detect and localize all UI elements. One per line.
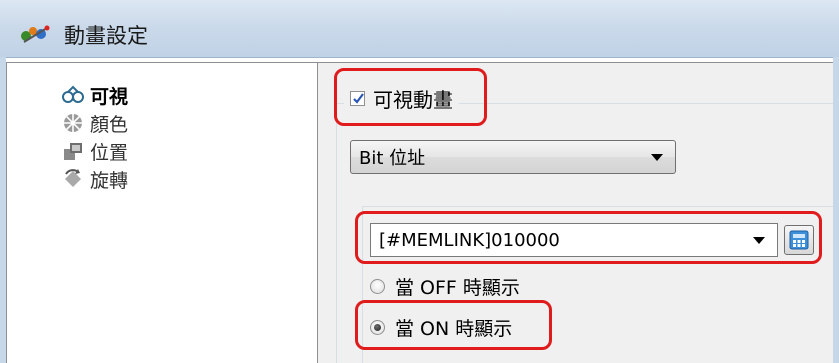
color-wheel-icon — [64, 114, 82, 132]
highlight-on-radio — [355, 300, 552, 350]
dropdown-value: Bit 位址 — [359, 148, 426, 169]
nav-panel — [6, 62, 318, 363]
window-title: 動畫設定 — [64, 24, 148, 48]
radio-show-when-off[interactable]: 當 OFF 時顯示 — [370, 272, 520, 300]
nav-item-label: 可視 — [90, 85, 129, 108]
animation-settings-icon — [21, 25, 50, 43]
position-icon — [64, 143, 82, 160]
nav-item-label: 顏色 — [90, 113, 129, 136]
nav-item-visibility[interactable]: 可視 — [62, 81, 128, 109]
rotate-icon — [65, 169, 81, 187]
nav-item-position[interactable]: 位置 — [62, 137, 128, 165]
radio-label: 當 OFF 時顯示 — [395, 276, 520, 299]
address-type-dropdown[interactable]: Bit 位址 — [350, 140, 676, 174]
group-box-border — [336, 103, 337, 363]
nav-item-label: 旋轉 — [90, 169, 129, 192]
nav-item-color[interactable]: 顏色 — [62, 109, 128, 137]
chevron-down-icon — [651, 154, 663, 161]
title-bar: 動畫設定 — [0, 0, 839, 58]
nav-item-label: 位置 — [90, 141, 129, 164]
highlight-address — [355, 211, 822, 264]
radio-button[interactable] — [370, 278, 385, 294]
highlight-checkbox — [334, 68, 487, 126]
nav-item-rotate[interactable]: 旋轉 — [62, 165, 128, 193]
visibility-glasses-icon — [62, 85, 84, 103]
window-frame-right — [833, 57, 839, 363]
